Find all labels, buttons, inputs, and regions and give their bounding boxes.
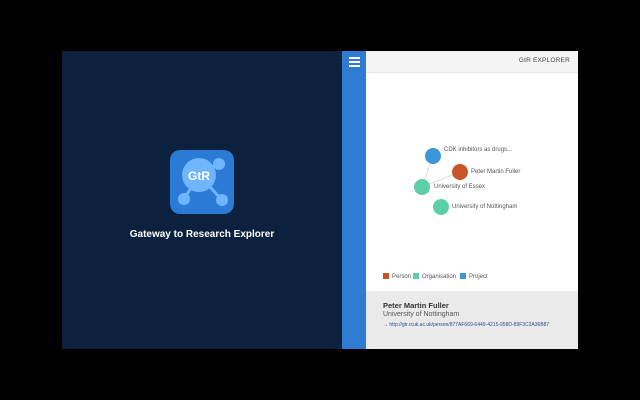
detail-panel: Peter Martin Fuller University of Nottin… [366,291,578,349]
node-project[interactable] [425,148,441,164]
legend-swatch-organisation [413,273,419,279]
node-label-person: Peter Martin Fuller [471,169,521,175]
graph-edges [421,155,461,188]
app-window: GtR Gateway to Research Explorer GtR EXP… [62,51,578,349]
node-label-org-essex: University of Essex [434,184,486,190]
node-label-org-nottingham: University of Nottingham [452,204,518,210]
explorer-panel: GtR EXPLORER CDK inhibitors as drugs... … [366,51,578,349]
splash-panel: GtR Gateway to Research Explorer [62,51,342,349]
detail-name: Peter Martin Fuller [383,301,449,310]
node-org-essex[interactable] [414,179,430,195]
sidebar-strip [342,51,366,349]
legend-swatch-person [383,273,389,279]
detail-organisation: University of Nottingham [383,311,460,318]
network-graph: CDK inhibitors as drugs... Peter Martin … [366,73,578,291]
legend-item-person: Person [383,273,411,280]
legend-item-project: Project [460,273,488,280]
app-title: Gateway to Research Explorer [129,229,275,240]
legend-item-organisation: Organisation [413,273,456,280]
node-org-nottingham[interactable] [433,199,449,215]
detail-link[interactable]: → http://gtr.rcuk.ac.uk/person/877AF669-… [383,322,549,328]
gtr-logo: GtR [170,150,234,214]
panel-title: GtR EXPLORER [518,57,570,64]
legend-swatch-project [460,273,466,279]
node-label-project: CDK inhibitors as drugs... [444,147,513,153]
logo-text: GtR [188,169,210,183]
panel-header: GtR EXPLORER [366,51,578,73]
node-person[interactable] [452,164,468,180]
hamburger-icon[interactable] [349,57,360,68]
